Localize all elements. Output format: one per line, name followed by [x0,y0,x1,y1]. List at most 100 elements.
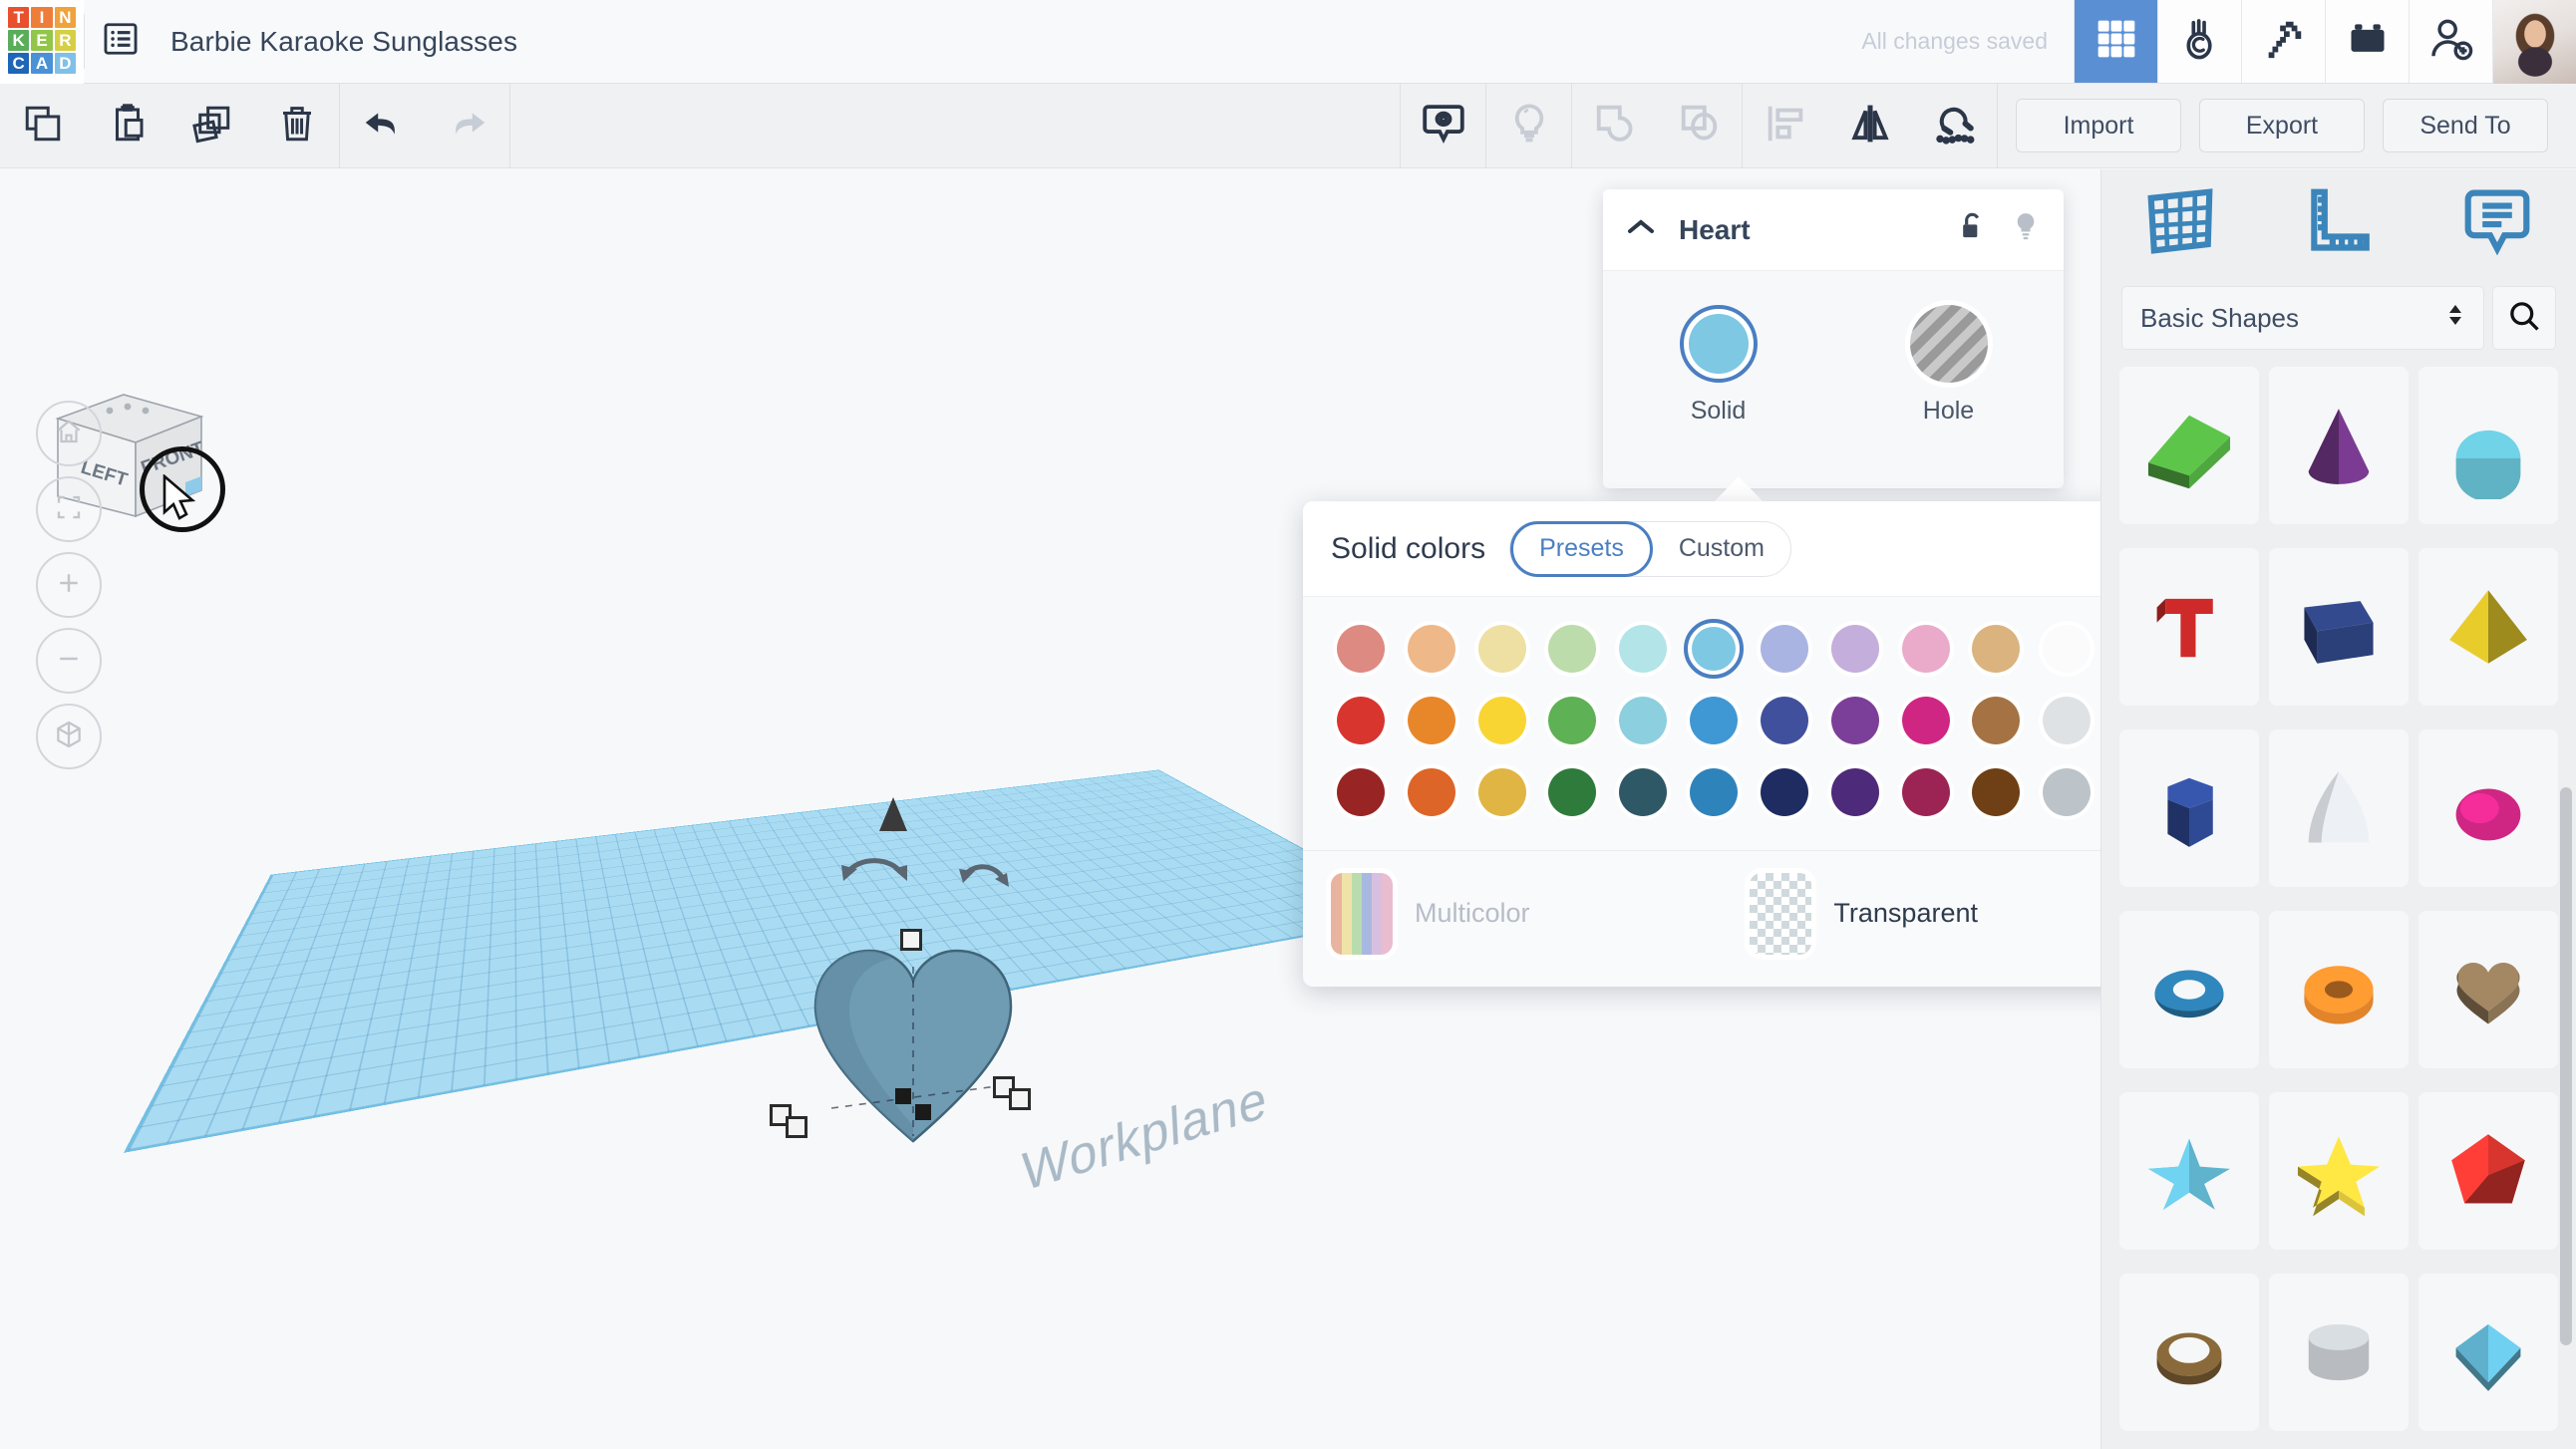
lego-button[interactable] [2325,0,2409,83]
color-swatch[interactable] [1331,691,1391,750]
export-button[interactable]: Export [2199,99,2365,152]
resize-handle-right-2[interactable] [1009,1088,1031,1110]
wedge-shape[interactable] [2119,367,2259,524]
color-swatch[interactable] [1825,619,1885,679]
heart-shape[interactable] [2418,911,2558,1068]
page-title[interactable]: Barbie Karaoke Sunglasses [157,0,517,83]
color-swatch[interactable] [1684,762,1744,822]
shape-category-select[interactable]: Basic Shapes [2121,286,2484,350]
undo-button[interactable] [340,84,425,168]
box-shape[interactable] [2269,548,2409,706]
color-swatch[interactable] [1755,762,1814,822]
paraboloid-shape[interactable] [2269,729,2409,887]
fit-view-button[interactable] [36,476,102,542]
lightbulb-icon[interactable] [2010,209,2042,250]
paste-button[interactable] [85,84,169,168]
custom-tab[interactable]: Custom [1653,521,1790,577]
color-swatch[interactable] [1896,762,1956,822]
color-swatch[interactable] [1331,619,1391,679]
note-button[interactable] [1401,84,1485,168]
sidebar-scrollbar[interactable] [2560,787,2572,1345]
gem-shape[interactable] [2418,1274,2558,1431]
color-swatch[interactable] [1402,619,1461,679]
cylinder-shape[interactable] [2269,1274,2409,1431]
color-swatch[interactable] [1402,691,1461,750]
duplicate-button[interactable] [169,84,254,168]
ungroup-button[interactable] [1657,84,1742,168]
presets-tab[interactable]: Presets [1510,521,1653,577]
heart-object[interactable] [798,937,1029,1146]
color-swatch[interactable] [1755,619,1814,679]
delete-button[interactable] [254,84,339,168]
invite-button[interactable] [2409,0,2492,83]
color-swatch[interactable] [1472,691,1532,750]
copy-button[interactable] [0,84,85,168]
transparent-option[interactable]: Transparent [1750,873,1978,955]
snap-magnet-button[interactable] [1912,84,1997,168]
color-swatch[interactable] [2037,762,2096,822]
zoom-out-button[interactable] [36,628,102,694]
color-swatch[interactable] [1966,691,2026,750]
color-swatch-selected[interactable] [1684,619,1744,679]
hex-prism-shape[interactable] [2119,729,2259,887]
group-button[interactable] [1572,84,1657,168]
hole-mode-option[interactable]: Hole [1864,305,2034,426]
rotation-gizmo[interactable] [817,787,1077,937]
color-swatch[interactable] [1825,691,1885,750]
color-swatch[interactable] [1472,762,1532,822]
half-cylinder-shape[interactable] [2418,367,2558,524]
redo-button[interactable] [425,84,509,168]
icosahedron-shape[interactable] [2418,1092,2558,1250]
ring-shape[interactable] [2119,1274,2259,1431]
home-view-button[interactable] [36,401,102,466]
star3d-shape[interactable] [2119,1092,2259,1250]
color-swatch[interactable] [2037,619,2096,679]
color-swatch[interactable] [1966,619,2026,679]
torus-shape[interactable] [2119,911,2259,1068]
color-swatch[interactable] [1755,691,1814,750]
color-swatch[interactable] [1613,691,1673,750]
import-button[interactable]: Import [2016,99,2181,152]
tinkercad-logo[interactable]: T I N K E R C A D [0,0,84,84]
avatar[interactable] [2492,0,2576,84]
chevron-up-icon[interactable] [1625,217,1657,242]
cone-shape[interactable] [2269,367,2409,524]
color-swatch[interactable] [1542,619,1602,679]
solid-mode-option[interactable]: Solid [1634,305,1803,426]
donut-shape[interactable] [2269,911,2409,1068]
grid-gallery-button[interactable] [2074,0,2157,83]
color-swatch[interactable] [1684,691,1744,750]
mirror-button[interactable] [1827,84,1912,168]
align-button[interactable] [1743,84,1827,168]
zoom-in-button[interactable] [36,552,102,618]
color-swatch[interactable] [1896,691,1956,750]
pyramid-shape[interactable] [2418,548,2558,706]
color-swatch[interactable] [1542,762,1602,822]
multicolor-option[interactable]: Multicolor [1331,873,1530,955]
star-shape[interactable] [2269,1092,2409,1250]
resize-handle-left-2[interactable] [786,1116,807,1138]
color-swatch[interactable] [1896,619,1956,679]
lightbulb-button[interactable] [1486,84,1571,168]
unlocked-padlock-icon[interactable] [1956,209,1988,250]
send-to-button[interactable]: Send To [2383,99,2548,152]
color-swatch[interactable] [2037,691,2096,750]
center-handle-2[interactable] [915,1104,931,1120]
documents-menu-button[interactable] [85,0,157,83]
color-swatch[interactable] [1331,762,1391,822]
center-handle[interactable] [895,1088,911,1104]
ruler-tool[interactable] [2302,184,2376,263]
color-swatch[interactable] [1966,762,2026,822]
letter-shape[interactable] [2119,548,2259,706]
color-swatch[interactable] [1613,762,1673,822]
color-swatch[interactable] [1472,619,1532,679]
notes-tool[interactable] [2460,184,2534,263]
color-swatch[interactable] [1825,762,1885,822]
color-swatch[interactable] [1402,762,1461,822]
color-swatch[interactable] [1613,619,1673,679]
circuits-button[interactable] [2157,0,2241,83]
magenta-shape[interactable] [2418,729,2558,887]
shape-search-button[interactable] [2492,286,2556,350]
color-swatch[interactable] [1542,691,1602,750]
perspective-toggle-button[interactable] [36,704,102,769]
